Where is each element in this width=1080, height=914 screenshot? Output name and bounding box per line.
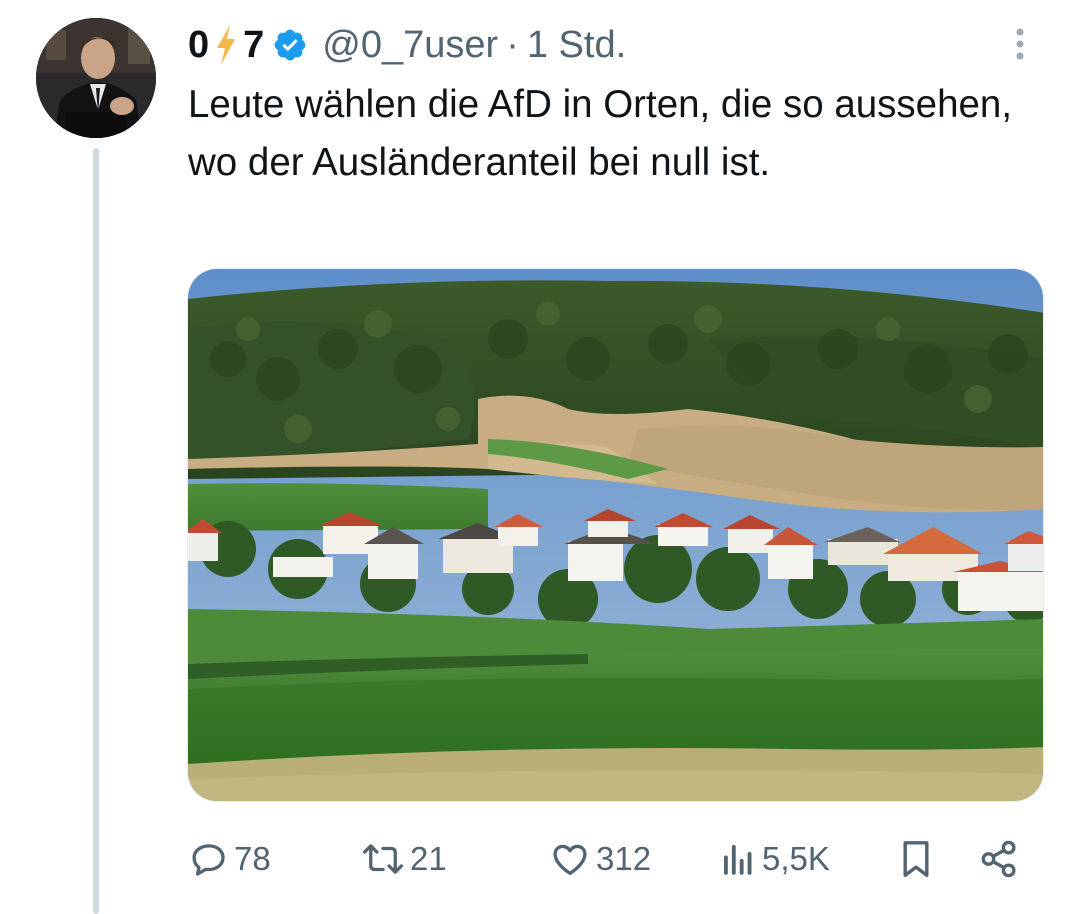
bar-chart-icon: [718, 838, 758, 880]
view-count: 5,5K: [762, 840, 830, 877]
author-name[interactable]: 0 7: [188, 24, 264, 67]
author-name-part1: 0: [188, 23, 210, 66]
avatar-column: [0, 0, 190, 914]
verified-badge-icon[interactable]: [272, 27, 308, 63]
reply-icon: [188, 838, 230, 880]
thread-line: [93, 148, 99, 914]
like-button[interactable]: 312: [548, 834, 651, 884]
retweet-button[interactable]: 21: [360, 834, 447, 884]
tweet-actions-bar: 78 21 312 5,5K: [188, 834, 1038, 884]
heart-icon: [548, 838, 592, 880]
reply-button[interactable]: 78: [188, 834, 271, 884]
village-landscape-photo: [188, 269, 1043, 801]
more-options-icon[interactable]: [1010, 24, 1030, 64]
bookmark-icon: [898, 837, 934, 881]
retweet-count: 21: [410, 840, 447, 877]
share-icon: [978, 838, 1020, 880]
tweet-media-image[interactable]: [187, 268, 1044, 802]
share-button[interactable]: [978, 834, 1020, 884]
reply-count: 78: [234, 840, 271, 877]
tweet-header: 0 7 @0_7user · 1 Std.: [188, 20, 626, 70]
lightning-bolt-icon: [215, 24, 237, 66]
avatar-image: [36, 18, 156, 138]
bookmark-button[interactable]: [898, 834, 934, 884]
author-name-part2: 7: [243, 23, 265, 66]
author-handle[interactable]: @0_7user: [322, 24, 498, 67]
tweet-timestamp[interactable]: 1 Std.: [527, 24, 626, 67]
views-button[interactable]: 5,5K: [718, 834, 830, 884]
like-count: 312: [596, 840, 652, 877]
retweet-icon: [360, 838, 406, 880]
separator-dot: ·: [506, 23, 519, 66]
avatar[interactable]: [36, 18, 156, 138]
tweet-text: Leute wählen die AfD in Orten, die so au…: [188, 83, 1013, 184]
